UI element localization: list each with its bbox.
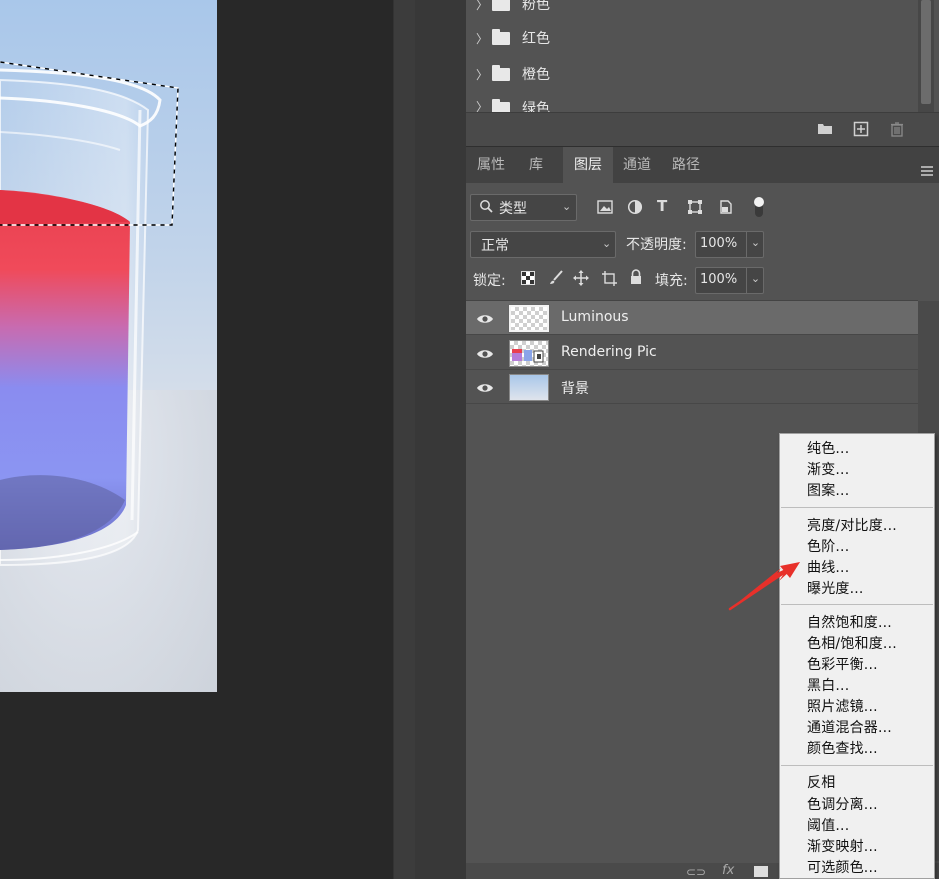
layer-thumbnail (509, 374, 549, 401)
adjustment-layer-menu: 纯色... 渐变... 图案... 亮度/对比度... 色阶... 曲线... … (779, 433, 935, 879)
layer-name: Luminous (561, 309, 629, 325)
menu-item-curves[interactable]: 曲线... (807, 557, 849, 577)
panel-dock-gap (415, 0, 466, 879)
menu-item-photo-filter[interactable]: 照片滤镜... (807, 696, 878, 716)
lock-artboard-icon[interactable] (601, 270, 617, 290)
menu-separator (781, 765, 933, 766)
layer-thumbnail (509, 340, 549, 367)
chevron-down-icon: ⌄ (562, 200, 572, 213)
layer-name: Rendering Pic (561, 344, 657, 360)
layer-thumbnail (508, 304, 550, 333)
opacity-value: 100% (700, 236, 738, 251)
menu-item-levels[interactable]: 色阶... (807, 536, 849, 556)
delete-icon[interactable] (888, 121, 906, 137)
chevron-down-icon: ⌄ (602, 237, 612, 250)
mask-icon[interactable] (754, 866, 768, 877)
adjustment-filter-icon[interactable] (627, 199, 643, 219)
fill-input[interactable]: 100% ⌄ (695, 267, 764, 294)
tab-layers[interactable]: 图层 (563, 147, 613, 184)
swatches-scroll-thumb[interactable] (921, 0, 931, 104)
layer-row[interactable]: Luminous (466, 301, 918, 335)
image-filter-icon[interactable] (597, 200, 613, 218)
chevron-right-icon[interactable]: 〉 (476, 66, 492, 83)
lock-transparent-pixels-icon[interactable] (521, 271, 535, 289)
fx-icon[interactable]: fx (722, 863, 734, 878)
document-image[interactable] (0, 0, 217, 692)
menu-item-gradient-map[interactable]: 渐变映射... (807, 836, 878, 856)
menu-item-channel-mixer[interactable]: 通道混合器... (807, 717, 892, 737)
menu-item-color-balance[interactable]: 色彩平衡... (807, 654, 878, 674)
swatch-folder-label: 粉色 (522, 0, 550, 13)
search-icon (479, 199, 493, 219)
panel-tab-bar: 属性 库 图层 通道 路径 (466, 146, 939, 184)
menu-item-black-white[interactable]: 黑白... (807, 675, 849, 695)
swatch-folder-label: 红色 (522, 31, 550, 47)
swatch-folder-label: 橙色 (522, 67, 550, 83)
menu-separator (781, 507, 933, 508)
fill-value: 100% (700, 272, 738, 287)
menu-item-invert[interactable]: 反相 (807, 772, 835, 792)
type-filter-icon[interactable]: T (657, 197, 667, 215)
smart-object-filter-icon[interactable] (718, 199, 734, 219)
folder-icon (492, 28, 510, 45)
menu-item-brightness-contrast[interactable]: 亮度/对比度... (807, 515, 897, 535)
new-group-icon[interactable] (816, 121, 834, 137)
folder-icon (492, 0, 510, 11)
swatch-folder-row[interactable]: 〉 绿色 (476, 96, 906, 112)
opacity-label: 不透明度: (626, 237, 687, 253)
swatches-footer (466, 112, 939, 146)
canvas-scrollbar[interactable] (393, 0, 415, 879)
swatch-folder-label: 绿色 (522, 101, 550, 112)
panel-menu-icon[interactable] (921, 161, 933, 180)
opacity-input[interactable]: 100% ⌄ (695, 231, 764, 258)
chevron-down-icon[interactable]: ⌄ (746, 232, 764, 257)
visibility-eye-icon[interactable] (476, 380, 494, 394)
swatch-folder-row[interactable]: 〉 粉色 (476, 0, 906, 16)
blend-mode-dropdown[interactable]: 正常 ⌄ (470, 231, 616, 258)
shape-filter-icon[interactable] (687, 199, 703, 219)
folder-icon (492, 64, 510, 81)
swatch-folder-row[interactable]: 〉 红色 (476, 26, 906, 50)
chevron-right-icon[interactable]: 〉 (476, 0, 492, 13)
fill-label: 填充: (655, 273, 688, 289)
link-icon[interactable]: ⊂⊃ (686, 865, 706, 879)
layer-row[interactable]: 背景 (466, 370, 918, 404)
tab-channels[interactable]: 通道 (613, 147, 661, 184)
chevron-right-icon[interactable]: 〉 (476, 30, 492, 47)
menu-item-threshold[interactable]: 阈值... (807, 815, 849, 835)
menu-item-color-lookup[interactable]: 颜色查找... (807, 738, 878, 758)
new-swatch-icon[interactable] (852, 121, 870, 137)
visibility-eye-icon[interactable] (476, 311, 494, 325)
layer-filter-dropdown[interactable]: 类型 ⌄ (470, 194, 577, 221)
lock-position-icon[interactable] (573, 270, 589, 290)
menu-item-vibrance[interactable]: 自然饱和度... (807, 612, 892, 632)
menu-item-hue-saturation[interactable]: 色相/饱和度... (807, 633, 897, 653)
menu-separator (781, 604, 933, 605)
menu-item-solid-color[interactable]: 纯色... (807, 438, 849, 458)
layer-name: 背景 (561, 381, 589, 397)
layer-filter-label: 类型 (499, 201, 527, 217)
tab-libraries[interactable]: 库 (516, 147, 556, 184)
filter-toggle-icon[interactable] (753, 195, 765, 223)
folder-icon (492, 99, 510, 112)
menu-item-pattern[interactable]: 图案... (807, 480, 849, 500)
menu-item-selective-color[interactable]: 可选颜色... (807, 857, 878, 877)
swatch-folder-row[interactable]: 〉 橙色 (476, 62, 906, 86)
menu-item-exposure[interactable]: 曝光度... (807, 578, 864, 598)
tab-properties[interactable]: 属性 (466, 147, 516, 184)
swatches-panel: 〉 粉色 〉 红色 〉 橙色 〉 绿色 (466, 0, 939, 146)
chevron-right-icon[interactable]: 〉 (476, 98, 492, 112)
layer-row[interactable]: Rendering Pic (466, 336, 918, 370)
menu-item-posterize[interactable]: 色调分离... (807, 794, 878, 814)
visibility-eye-icon[interactable] (476, 346, 494, 360)
menu-item-gradient[interactable]: 渐变... (807, 459, 849, 479)
lock-all-icon[interactable] (629, 269, 643, 289)
lock-image-pixels-icon[interactable] (548, 270, 564, 290)
lock-label: 锁定: (473, 273, 506, 289)
blend-mode-value: 正常 (481, 238, 509, 254)
tab-paths[interactable]: 路径 (661, 147, 711, 184)
beaker-illustration (0, 61, 179, 567)
chevron-down-icon[interactable]: ⌄ (746, 268, 764, 293)
